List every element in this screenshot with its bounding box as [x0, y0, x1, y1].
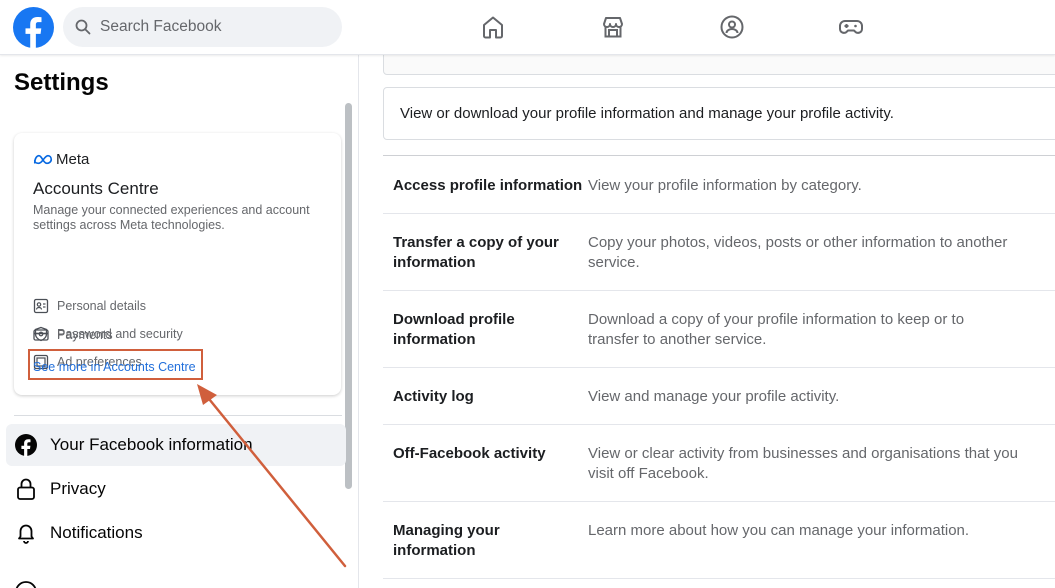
sidebar-divider	[14, 415, 342, 416]
page-title: Settings	[14, 69, 109, 96]
accounts-centre-description: Manage your connected experiences and ac…	[33, 203, 310, 232]
main-content: View or download your profile informatio…	[360, 55, 1055, 588]
gaming-icon[interactable]	[838, 14, 864, 40]
row-download-profile-information[interactable]: Download profile information Download a …	[383, 291, 1055, 368]
search-icon	[75, 19, 91, 35]
ac-item-personal-details[interactable]: Personal details	[33, 297, 146, 315]
row-description: Copy your photos, videos, posts or other…	[588, 234, 1008, 271]
sidebar-item-label: Privacy	[50, 479, 106, 498]
accounts-centre-title: Accounts Centre	[33, 179, 159, 198]
marketplace-icon[interactable]	[600, 14, 626, 40]
settings-sidebar: Settings Meta Accounts Centre Manage you…	[0, 55, 359, 588]
row-description: View your profile information by categor…	[588, 177, 862, 194]
row-managing-your-information[interactable]: Managing your information Learn more abo…	[383, 502, 1055, 579]
annotation-highlight-box	[28, 349, 203, 380]
ac-item-label: Personal details	[57, 299, 146, 313]
ac-item-payments[interactable]: Payments	[33, 326, 113, 344]
sidebar-item-label: Notifications	[50, 523, 143, 542]
intro-box: View or download your profile informatio…	[383, 87, 1055, 140]
sidebar-item-privacy[interactable]: Privacy	[6, 468, 346, 510]
home-icon[interactable]	[480, 14, 506, 40]
sidebar-scrollbar[interactable]	[345, 103, 352, 489]
row-off-facebook-activity[interactable]: Off-Facebook activity View or clear acti…	[383, 425, 1055, 502]
row-title: Off-Facebook activity	[393, 445, 546, 462]
row-access-profile-information[interactable]: Access profile information View your pro…	[383, 156, 1055, 214]
meta-brand: Meta	[33, 151, 89, 168]
row-description: Learn more about how you can manage your…	[588, 522, 970, 539]
row-title: Transfer a copy of your information	[393, 234, 559, 271]
sidebar-item-your-facebook-information[interactable]: Your Facebook information	[6, 424, 346, 466]
globe-icon	[15, 581, 37, 588]
row-description: Download a copy of your profile informat…	[588, 311, 965, 348]
meta-brand-label: Meta	[56, 151, 90, 168]
lock-icon	[17, 478, 35, 500]
row-description: View or clear activity from businesses a…	[588, 445, 1018, 482]
row-activity-log[interactable]: Activity log View and manage your profil…	[383, 368, 1055, 425]
ac-item-label: Payments	[57, 328, 113, 342]
information-list: Access profile information View your pro…	[383, 155, 1055, 579]
row-description: View and manage your profile activity.	[588, 388, 840, 405]
bell-icon	[18, 524, 34, 544]
sidebar-item-notifications[interactable]: Notifications	[6, 512, 346, 554]
facebook-logo-icon[interactable]	[13, 7, 54, 48]
row-title: Managing your information	[393, 522, 500, 559]
search-input[interactable]: Search Facebook	[63, 7, 342, 47]
credit-card-icon	[33, 329, 49, 341]
search-placeholder: Search Facebook	[100, 18, 222, 35]
top-bar: Search Facebook	[0, 0, 1055, 55]
previous-section-box	[383, 55, 1055, 75]
groups-icon[interactable]	[719, 14, 745, 40]
row-title: Access profile information	[393, 177, 583, 194]
id-card-icon	[33, 298, 49, 314]
sidebar-item-label: Your Facebook information	[50, 435, 253, 454]
intro-text: View or download your profile informatio…	[400, 105, 894, 122]
row-title: Download profile information	[393, 311, 515, 348]
row-transfer-copy[interactable]: Transfer a copy of your information Copy…	[383, 214, 1055, 291]
facebook-icon	[15, 434, 37, 457]
meta-logo-icon	[33, 154, 53, 165]
row-title: Activity log	[393, 388, 474, 405]
